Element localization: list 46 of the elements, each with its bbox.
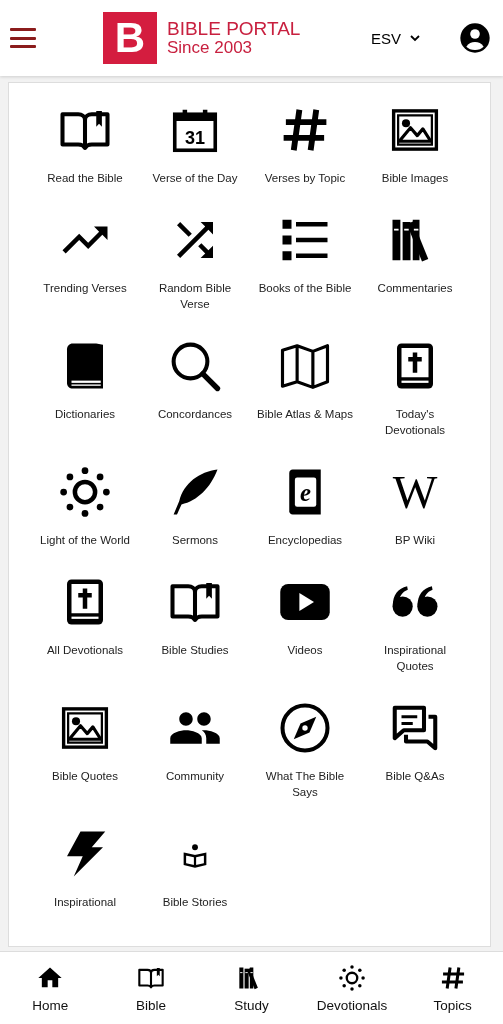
account-icon[interactable]	[459, 22, 491, 54]
nav-tab[interactable]: Study	[201, 952, 302, 1024]
tile-label[interactable]: Trending Verses	[43, 280, 127, 296]
tile-label[interactable]: Today's Devotionals	[367, 406, 463, 438]
tile-label[interactable]: Bible Studies	[161, 642, 229, 658]
nav-tab[interactable]: Bible	[100, 952, 202, 1024]
tile-label[interactable]: Verses by Topic	[264, 170, 346, 186]
tile-label[interactable]: Bible Q&As	[385, 768, 445, 784]
tile-label[interactable]: Inspirational	[54, 894, 116, 910]
tile-label[interactable]: All Devotionals	[46, 642, 124, 658]
menu-button[interactable]	[10, 28, 36, 48]
site-title: BIBLE PORTAL	[167, 19, 301, 40]
calendar-date: 31	[185, 127, 205, 148]
tile-label[interactable]: Light of the World	[40, 532, 130, 548]
chevron-down-icon	[409, 32, 421, 44]
tile-label[interactable]: Bible Stories	[162, 894, 228, 910]
compass-icon	[278, 701, 332, 755]
tile-label[interactable]: Inspirational Quotes	[367, 642, 463, 674]
tile-label[interactable]: Commentaries	[377, 280, 453, 296]
encyclopedia-icon	[289, 469, 321, 515]
logo[interactable]: B	[103, 12, 157, 64]
tile-label[interactable]: Bible Quotes	[52, 768, 118, 784]
tile-label[interactable]: Read the Bible	[47, 170, 123, 186]
sun-icon	[58, 465, 112, 519]
version-dropdown[interactable]: ESV	[371, 29, 421, 47]
nav-tab[interactable]: Devotionals	[301, 952, 403, 1024]
tile-label[interactable]: Community	[165, 768, 225, 784]
tile-label[interactable]: What The Bible Says	[257, 768, 353, 800]
sun-icon	[338, 964, 367, 992]
wiki-letter: W	[392, 465, 438, 518]
calendar-icon	[172, 109, 218, 153]
tile-label[interactable]: Random Bible Verse	[147, 280, 243, 312]
tile-label[interactable]: BP Wiki	[394, 532, 435, 548]
tile-label[interactable]: Verse of the Day	[152, 170, 238, 186]
tile-label[interactable]: Videos	[287, 642, 323, 658]
tile-label[interactable]: Sermons	[172, 532, 218, 548]
tile-label[interactable]: Bible Images	[381, 170, 449, 186]
encyclopedia-letter: e	[299, 479, 311, 506]
tile-label[interactable]: Dictionaries	[54, 406, 116, 422]
tile-label[interactable]: Concordances	[157, 406, 233, 422]
tile-label[interactable]: Bible Atlas & Maps	[257, 406, 353, 422]
tile-label[interactable]: Books of the Bible	[258, 280, 352, 296]
nav-tab[interactable]: Home	[0, 952, 101, 1024]
nav-tab[interactable]: Topics	[402, 952, 503, 1024]
site-subtitle: Since 2003	[167, 39, 254, 57]
tile-label[interactable]: Encyclopedias	[267, 532, 343, 548]
